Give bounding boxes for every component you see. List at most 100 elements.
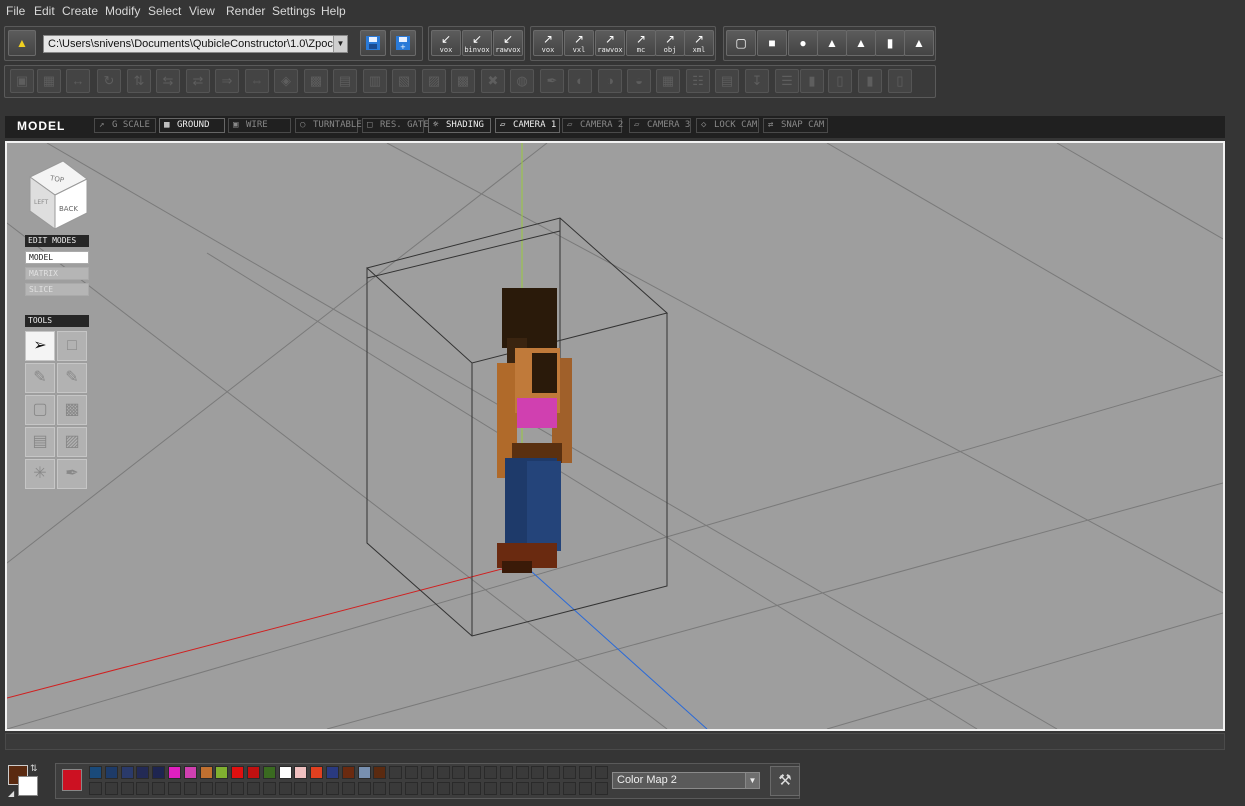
palette-swatch-empty[interactable] bbox=[215, 782, 229, 795]
mode-slice[interactable]: SLICE bbox=[25, 283, 89, 296]
layer-tool-icon[interactable]: ▤ bbox=[333, 69, 357, 93]
tab-snap-cam[interactable]: ⇄ SNAP CAM bbox=[763, 118, 828, 133]
palette-swatch[interactable] bbox=[294, 766, 308, 779]
palette-swatch[interactable] bbox=[357, 766, 371, 779]
export-rawvox-button[interactable]: ↗ rawvox bbox=[595, 30, 625, 56]
paint-tool-icon[interactable]: ✒ bbox=[540, 69, 564, 93]
pencil-tool[interactable]: ✎ bbox=[25, 363, 55, 393]
pencil-add-tool[interactable]: ✎ bbox=[57, 363, 87, 393]
slot-tool-icon[interactable]: ▯ bbox=[828, 69, 852, 93]
swap-colors-icon[interactable]: ⇅ bbox=[30, 763, 38, 774]
palette-swatch-empty[interactable] bbox=[89, 782, 102, 795]
tab-wire[interactable]: ▣ WIRE bbox=[228, 118, 291, 133]
palette-swatch-empty[interactable] bbox=[499, 782, 513, 795]
grid-tool-icon[interactable]: ▦ bbox=[656, 69, 680, 93]
tab-turntable[interactable]: ○ TURNTABLE bbox=[295, 118, 362, 133]
tab-shading[interactable]: ☼ SHADING bbox=[428, 118, 491, 133]
palette-swatch-empty[interactable] bbox=[468, 766, 482, 779]
palette-swatch-empty[interactable] bbox=[389, 766, 403, 779]
palette-swatch[interactable] bbox=[247, 766, 260, 779]
menu-create[interactable]: Create bbox=[62, 4, 98, 18]
shade-tool-icon[interactable]: ◒ bbox=[627, 69, 651, 93]
palette-swatch[interactable] bbox=[326, 766, 339, 779]
palette-swatch-empty[interactable] bbox=[310, 782, 324, 795]
chevron-down-icon[interactable]: ▼ bbox=[333, 36, 347, 52]
delete-tool-icon[interactable]: ✖ bbox=[481, 69, 505, 93]
import-binvox-button[interactable]: ↙ binvox bbox=[462, 30, 492, 56]
palette-swatch-empty[interactable] bbox=[104, 782, 118, 795]
menu-render[interactable]: Render bbox=[226, 4, 265, 18]
paste-tool-icon[interactable]: ▩ bbox=[304, 69, 328, 93]
chevron-down-icon[interactable]: ▼ bbox=[745, 773, 759, 788]
palette-swatch[interactable] bbox=[104, 766, 118, 779]
view-cube[interactable]: TOP BACK LEFT bbox=[25, 157, 91, 233]
palette-swatch-empty[interactable] bbox=[341, 782, 355, 795]
mode-matrix[interactable]: MATRIX bbox=[25, 267, 89, 280]
add-cone-button[interactable]: ▲ bbox=[846, 30, 876, 56]
secondary-color-swatch[interactable] bbox=[18, 776, 38, 796]
palette-swatch[interactable] bbox=[310, 766, 324, 779]
palette-swatch-empty[interactable] bbox=[231, 782, 245, 795]
palette-swatch-empty[interactable] bbox=[405, 782, 418, 795]
palette-swatch-empty[interactable] bbox=[436, 766, 450, 779]
palette-swatch-empty[interactable] bbox=[531, 766, 545, 779]
list-tool-icon[interactable]: ☰ bbox=[775, 69, 799, 93]
palette-swatch-empty[interactable] bbox=[578, 766, 592, 779]
tab-camera-3[interactable]: ▱ CAMERA 3 bbox=[629, 118, 691, 133]
palette-swatch-empty[interactable] bbox=[120, 782, 134, 795]
palette-swatch-empty[interactable] bbox=[547, 782, 561, 795]
palette-swatch-empty[interactable] bbox=[405, 766, 418, 779]
color-map-dropdown[interactable]: Color Map 2 ▼ bbox=[612, 772, 760, 789]
slot-tool-icon[interactable]: ▯ bbox=[888, 69, 912, 93]
palette-swatch-empty[interactable] bbox=[136, 782, 150, 795]
3d-viewport[interactable]: TOP BACK LEFT EDIT MODES MODEL MATRIX SL… bbox=[5, 141, 1225, 731]
palette-swatch[interactable] bbox=[120, 766, 134, 779]
add-matrix-button[interactable]: ▢ bbox=[726, 30, 756, 56]
palette-swatch-empty[interactable] bbox=[152, 782, 166, 795]
palette-swatch-empty[interactable] bbox=[199, 782, 213, 795]
magic-wand-tool[interactable]: ✳ bbox=[25, 459, 55, 489]
palette-swatch-empty[interactable] bbox=[468, 782, 482, 795]
add-sphere-button[interactable]: ● bbox=[788, 30, 818, 56]
palette-swatch-empty[interactable] bbox=[484, 782, 497, 795]
export-xml-button[interactable]: ↗ xml bbox=[684, 30, 714, 56]
menu-settings[interactable]: Settings bbox=[272, 4, 315, 18]
palette-swatch-empty[interactable] bbox=[531, 782, 545, 795]
palette-swatch-empty[interactable] bbox=[373, 782, 387, 795]
pattern-tool-icon[interactable]: ☷ bbox=[686, 69, 710, 93]
palette-swatch-empty[interactable] bbox=[247, 782, 260, 795]
palette-settings-button[interactable]: ⚒ bbox=[770, 766, 800, 796]
palette-swatch[interactable] bbox=[373, 766, 387, 779]
shade-tool-icon[interactable]: ◑ bbox=[598, 69, 622, 93]
shift-tool-icon[interactable]: ⇔ bbox=[245, 69, 269, 93]
shift-tool-icon[interactable]: ⇒ bbox=[215, 69, 239, 93]
palette-swatch-empty[interactable] bbox=[594, 766, 608, 779]
hollow-tool-icon[interactable]: ◍ bbox=[510, 69, 534, 93]
fill-replace-tool[interactable]: ▨ bbox=[57, 427, 87, 457]
open-folder-button[interactable]: ▲ bbox=[8, 30, 36, 56]
tab-camera-1[interactable]: ▱ CAMERA 1 bbox=[495, 118, 560, 133]
palette-swatch-empty[interactable] bbox=[389, 782, 403, 795]
palette-swatch-empty[interactable] bbox=[499, 766, 513, 779]
tab-lock-cam[interactable]: ◇ LOCK CAM bbox=[696, 118, 759, 133]
palette-swatch-empty[interactable] bbox=[452, 766, 466, 779]
add-cylinder-button[interactable]: ▮ bbox=[875, 30, 905, 56]
marquee-select-tool[interactable]: □ bbox=[57, 331, 87, 361]
shade-tool-icon[interactable]: ◐ bbox=[568, 69, 592, 93]
select-move-tool[interactable]: ➢ bbox=[25, 331, 55, 361]
tab-ground[interactable]: ▦ GROUND bbox=[159, 118, 225, 133]
import-vox-button[interactable]: ↙ vox bbox=[431, 30, 461, 56]
export-vox-button[interactable]: ↗ vox bbox=[533, 30, 563, 56]
menu-file[interactable]: File bbox=[6, 4, 25, 18]
scene-canvas[interactable] bbox=[7, 143, 1223, 729]
palette-swatch-empty[interactable] bbox=[183, 782, 197, 795]
menu-modify[interactable]: Modify bbox=[105, 4, 140, 18]
palette-swatch[interactable] bbox=[168, 766, 181, 779]
add-pyramid-button[interactable]: ▲ bbox=[817, 30, 847, 56]
flip-tool-icon[interactable]: ⇅ bbox=[127, 69, 151, 93]
tab-camera-2[interactable]: ▱ CAMERA 2 bbox=[562, 118, 623, 133]
palette-swatch-empty[interactable] bbox=[262, 782, 276, 795]
box-tool[interactable]: ▢ bbox=[25, 395, 55, 425]
palette-swatch[interactable] bbox=[89, 766, 102, 779]
eraser-tool[interactable]: ▩ bbox=[57, 395, 87, 425]
